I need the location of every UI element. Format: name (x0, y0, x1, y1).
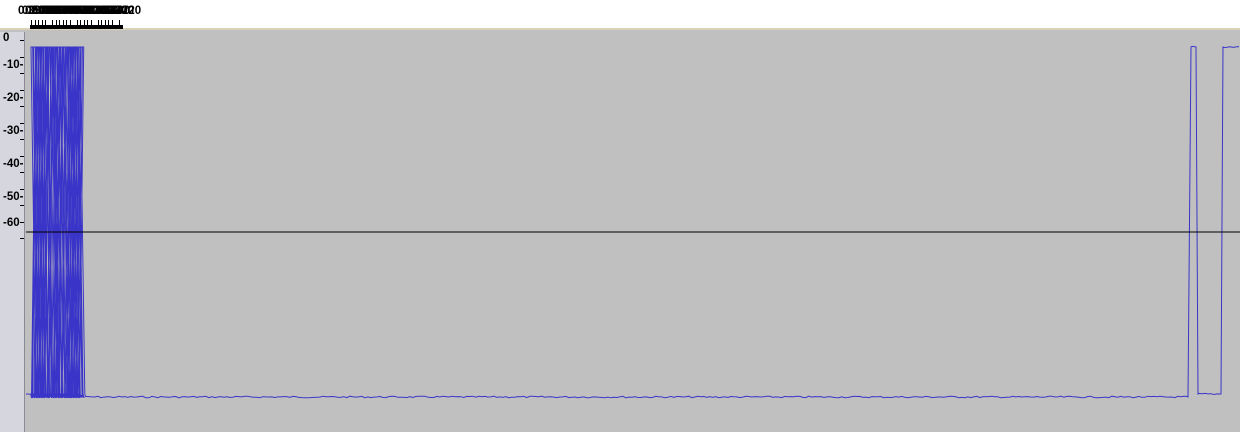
ruler-major-tick (31, 20, 32, 29)
ruler-major-tick (108, 20, 109, 29)
vertical-scale-label: -20- (3, 92, 24, 104)
ruler-major-tick (91, 20, 92, 29)
vertical-scale-tick (20, 122, 24, 124)
ruler-major-tick (59, 20, 60, 29)
vertical-scale-tick (20, 73, 24, 74)
ruler-tick-label: 0.4220 (106, 5, 142, 17)
waveform-track[interactable] (26, 32, 1240, 432)
ruler-major-tick (105, 20, 106, 29)
vertical-scale-label: -60 (3, 217, 20, 229)
ruler-major-tick (38, 20, 39, 29)
ruler-major-tick (87, 20, 88, 29)
ruler-minor-tick (122, 25, 123, 29)
waveform-signal (26, 45, 1240, 399)
vertical-scale-tick (20, 188, 24, 190)
vertical-scale-label: -50- (3, 191, 24, 203)
ruler-major-tick (63, 20, 64, 29)
ruler-major-tick (101, 20, 102, 29)
ruler-major-tick (84, 20, 85, 29)
vertical-scale-tick (20, 89, 24, 91)
vertical-scale-tick (20, 106, 24, 107)
ruler-major-tick (77, 20, 78, 29)
vertical-scale-label: -10- (3, 59, 24, 71)
vertical-scale-tick (20, 221, 24, 223)
ruler-major-tick (56, 20, 57, 29)
timeline-ruler[interactable]: 0.3970 0.3980 0.3990 0.4000 0.4010 0.4030 0.40… (0, 0, 1240, 30)
waveform-canvas (26, 45, 1240, 399)
vertical-scale-label: -30- (3, 125, 24, 137)
ruler-major-tick (98, 20, 99, 29)
ruler-major-tick (70, 20, 71, 29)
ruler-major-tick (112, 20, 113, 29)
vertical-scale-tick (20, 139, 24, 140)
ruler-major-tick (42, 20, 43, 29)
vertical-scale-tick (20, 155, 24, 157)
ruler-major-tick (35, 20, 36, 29)
ruler-major-tick (80, 20, 81, 29)
vertical-scale-tick (20, 40, 24, 41)
vertical-scale-tick (20, 56, 24, 58)
ruler-major-tick (52, 20, 53, 29)
vertical-scale-tick (20, 238, 24, 239)
vertical-scale-tick (20, 172, 24, 173)
ruler-major-tick (119, 20, 120, 29)
ruler-major-tick (45, 20, 46, 29)
ruler-major-tick (66, 20, 67, 29)
vertical-scale-label: -40- (3, 158, 24, 170)
vertical-scale-tick (20, 205, 24, 206)
vertical-scale: 0 -10- -20- -30- -40- -50- -60 (0, 32, 25, 432)
vertical-scale-label: 0 (3, 32, 10, 44)
